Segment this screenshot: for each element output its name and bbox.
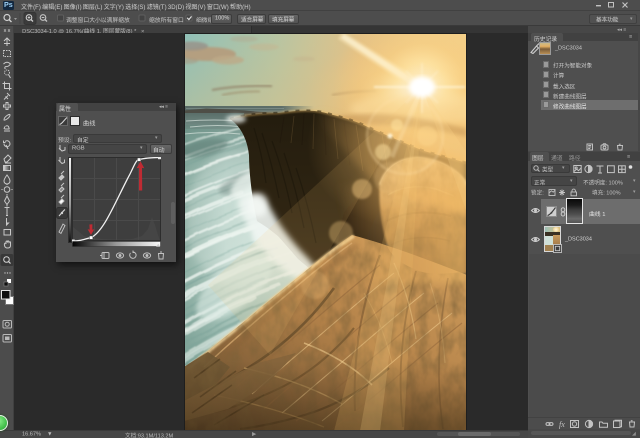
svg-text:fx: fx [559,420,565,429]
